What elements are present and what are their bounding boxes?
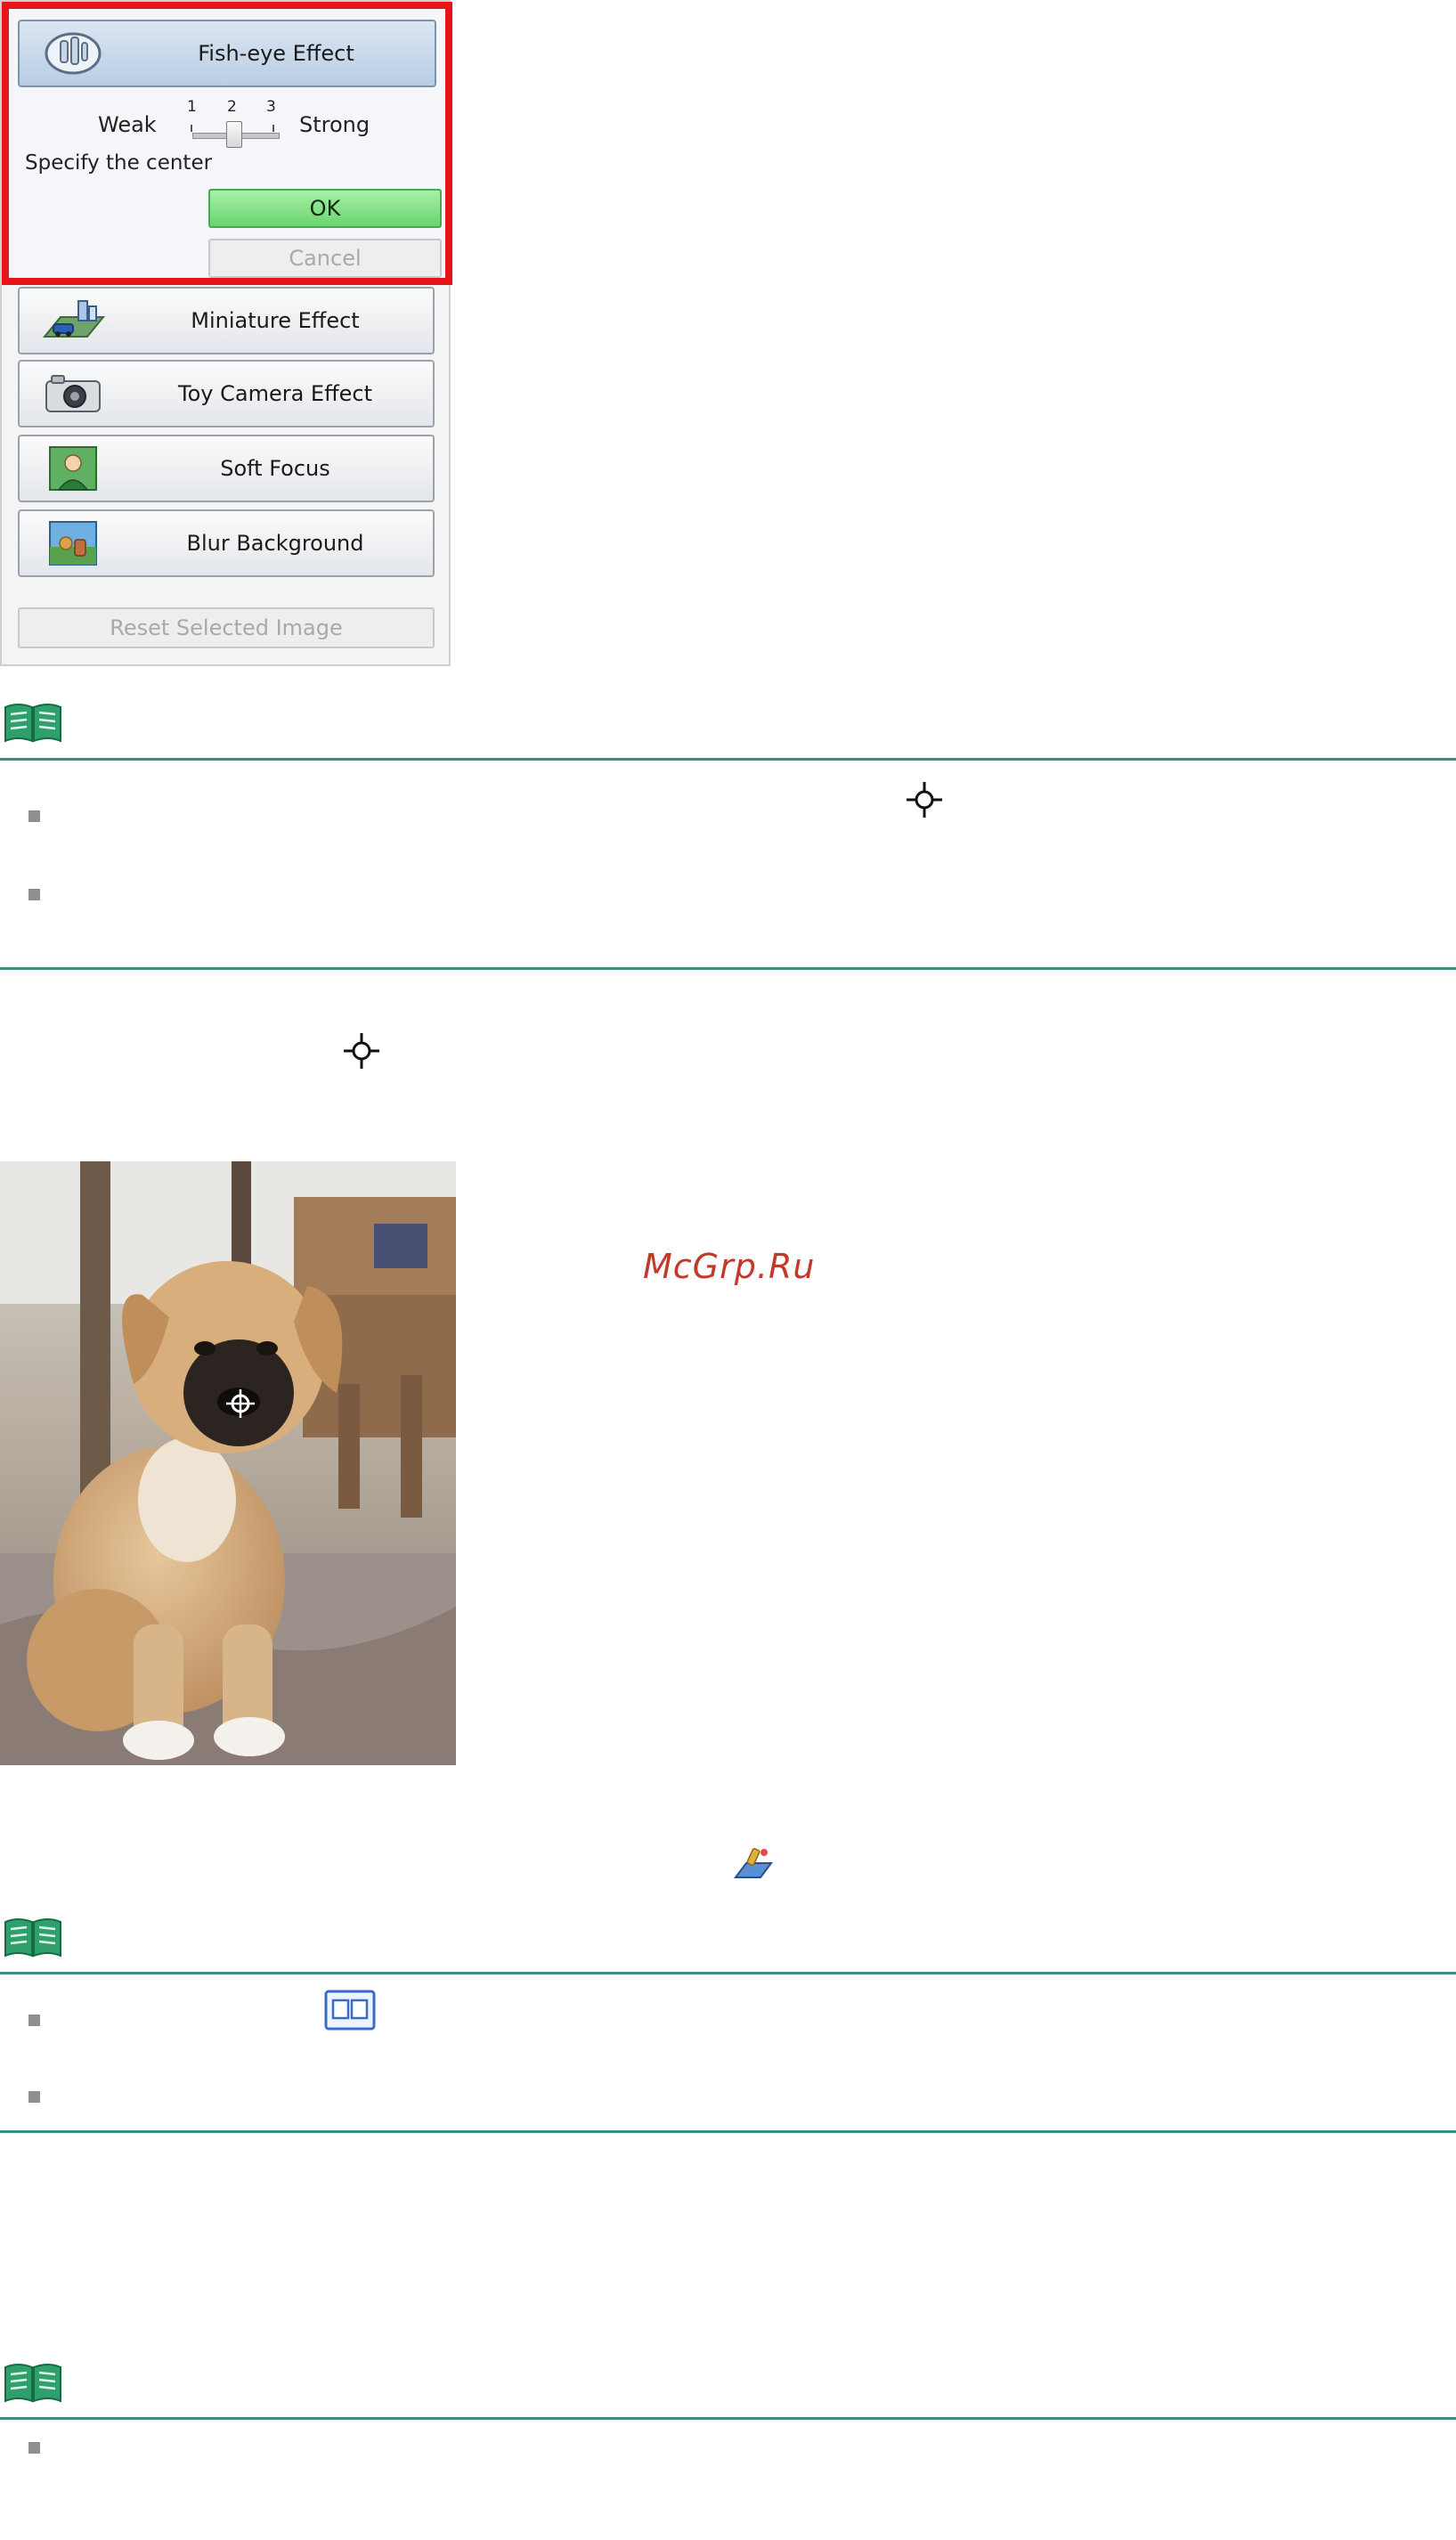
slider-tick-2: 2 xyxy=(227,98,237,116)
specify-center-label: Specify the center xyxy=(25,151,213,175)
fisheye-settings-highlight: Fish-eye Effect Weak 1 2 3 Strong Specif… xyxy=(2,2,452,285)
slider-tick-3: 3 xyxy=(266,98,276,116)
bullet xyxy=(28,2015,40,2026)
fisheye-effect-button[interactable]: Fish-eye Effect xyxy=(18,20,436,87)
blur-background-icon xyxy=(49,521,97,566)
slider-tick-mark xyxy=(191,125,192,132)
fisheye-icon xyxy=(45,32,102,75)
crosshair-icon xyxy=(907,782,942,818)
toy-camera-effect-button[interactable]: Toy Camera Effect xyxy=(18,360,435,427)
blur-background-label: Blur Background xyxy=(186,531,364,556)
soft-focus-label: Soft Focus xyxy=(220,456,330,481)
note-rule xyxy=(0,967,1456,970)
slider-tick-mark xyxy=(272,125,274,132)
note-book-icon xyxy=(4,1918,61,1958)
miniature-effect-label: Miniature Effect xyxy=(191,308,360,333)
soft-focus-button[interactable]: Soft Focus xyxy=(18,435,435,502)
bullet xyxy=(28,2091,40,2103)
watermark: McGrp.Ru xyxy=(643,1247,816,1286)
strength-slider-thumb[interactable] xyxy=(226,121,242,148)
crosshair-icon xyxy=(344,1033,379,1069)
bullet xyxy=(28,2442,40,2454)
fisheye-effect-label: Fish-eye Effect xyxy=(198,41,354,66)
strong-label: Strong xyxy=(299,112,370,137)
slider-tick-1: 1 xyxy=(187,98,197,116)
effects-panel: Fish-eye Effect Weak 1 2 3 Strong Specif… xyxy=(0,0,452,666)
puppy-photo[interactable] xyxy=(0,1161,456,1765)
reset-selected-image-button[interactable]: Reset Selected Image xyxy=(18,607,435,648)
bullet xyxy=(28,810,40,822)
note-book-icon xyxy=(4,2364,61,2403)
cancel-button[interactable]: Cancel xyxy=(208,239,442,278)
toy-camera-effect-label: Toy Camera Effect xyxy=(178,381,372,406)
camera-icon xyxy=(45,375,101,412)
miniature-effect-button[interactable]: Miniature Effect xyxy=(18,287,435,354)
miniature-icon xyxy=(42,300,105,338)
note-book-icon xyxy=(4,704,61,743)
compare-view-icon xyxy=(324,1990,376,2031)
note-rule xyxy=(0,2417,1456,2420)
note-rule xyxy=(0,1972,1456,1974)
note-rule xyxy=(0,2130,1456,2133)
soft-focus-icon xyxy=(49,446,97,491)
blur-background-button[interactable]: Blur Background xyxy=(18,509,435,577)
ok-button[interactable]: OK xyxy=(208,189,442,228)
weak-label: Weak xyxy=(98,112,157,137)
correct-enhance-icon xyxy=(734,1848,773,1878)
note-rule xyxy=(0,758,1456,761)
bullet xyxy=(28,889,40,900)
